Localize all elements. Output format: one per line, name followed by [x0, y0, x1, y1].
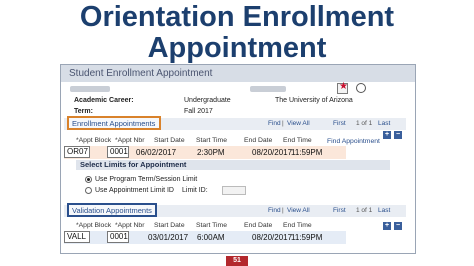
validation-start-time: 6:00AM: [197, 233, 225, 242]
enrollment-end-date: 08/20/2017: [252, 148, 293, 157]
enrollment-col-end-date: End Date: [244, 137, 273, 144]
validation-appt-nbr-input[interactable]: 0001: [107, 231, 129, 243]
enrollment-col-appt-nbr: *Appt Nbr: [115, 137, 145, 144]
panel-title: Student Enrollment Appointment: [69, 68, 213, 79]
search-icon[interactable]: [356, 83, 366, 93]
find-appointment-link[interactable]: Find Appointment: [327, 138, 380, 145]
validation-col-start-date: Start Date: [154, 222, 185, 229]
select-limits-title: Select Limits for Appointment: [80, 160, 187, 169]
print-icon[interactable]: ★: [337, 81, 348, 94]
slide-title-line1: Orientation Enrollment: [79, 1, 395, 33]
validation-col-start-time: Start Time: [196, 222, 227, 229]
validation-col-end-time: End Time: [283, 222, 312, 229]
add-validation-row-icon[interactable]: +: [383, 222, 391, 230]
validation-first-link[interactable]: First: [333, 207, 346, 214]
delete-validation-row-icon[interactable]: −: [394, 222, 402, 230]
limit-id-input[interactable]: [222, 186, 246, 195]
term-value: Fall 2017: [184, 108, 213, 115]
enrollment-start-date: 06/02/2017: [136, 148, 177, 157]
enrollment-section-label: Enrollment Appointments: [72, 119, 156, 128]
validation-col-end-date: End Date: [244, 222, 273, 229]
enrollment-col-appt-block: *Appt Block: [76, 137, 112, 144]
enrollment-pager: 1 of 1: [356, 120, 373, 127]
page-number-badge: 51: [226, 256, 248, 266]
enrollment-find-link[interactable]: Find: [268, 120, 281, 127]
institution-value: The University of Arizona: [275, 97, 353, 104]
enrollment-col-start-time: Start Time: [196, 137, 227, 144]
validation-end-time: 11:59PM: [291, 233, 323, 242]
validation-pager: 1 of 1: [356, 207, 373, 214]
redacted-id: [250, 86, 286, 92]
redacted-name: [70, 86, 110, 92]
radio-appointment-limit-label: Use Appointment Limit ID: [95, 187, 174, 194]
term-label: Term:: [74, 108, 93, 115]
enrollment-first-link[interactable]: First: [333, 120, 346, 127]
radio-program-limit[interactable]: [85, 176, 92, 183]
validation-end-date: 08/20/2017: [252, 233, 293, 242]
delete-row-icon[interactable]: −: [394, 131, 402, 139]
academic-career-value: Undergraduate: [184, 97, 231, 104]
validation-separator: |: [282, 207, 284, 214]
enrollment-col-end-time: End Time: [283, 137, 312, 144]
limit-id-label: Limit ID:: [182, 187, 208, 194]
academic-career-label: Academic Career:: [74, 97, 134, 104]
enrollment-col-start-date: Start Date: [154, 137, 185, 144]
validation-col-appt-nbr: *Appt Nbr: [115, 222, 145, 229]
validation-view-all-link[interactable]: View All: [287, 207, 310, 214]
enrollment-separator: |: [282, 120, 284, 127]
add-row-icon[interactable]: +: [383, 131, 391, 139]
radio-program-limit-label: Use Program Term/Session Limit: [95, 176, 198, 183]
enrollment-view-all-link[interactable]: View All: [287, 120, 310, 127]
validation-section-label: Validation Appointments: [72, 206, 152, 215]
validation-find-link[interactable]: Find: [268, 207, 281, 214]
enrollment-appt-block-input[interactable]: OR07: [64, 146, 90, 158]
slide-title-line2: Appointment: [147, 32, 327, 64]
validation-start-date: 03/01/2017: [148, 233, 189, 242]
validation-appt-block-input[interactable]: VALL: [64, 231, 90, 243]
validation-last-link[interactable]: Last: [378, 207, 390, 214]
enrollment-end-time: 11:59PM: [291, 148, 323, 157]
enrollment-start-time: 2:30PM: [197, 148, 225, 157]
enrollment-last-link[interactable]: Last: [378, 120, 390, 127]
radio-appointment-limit[interactable]: [85, 187, 92, 194]
enrollment-appt-nbr-input[interactable]: 0001: [107, 146, 129, 158]
validation-col-appt-block: *Appt Block: [76, 222, 112, 229]
